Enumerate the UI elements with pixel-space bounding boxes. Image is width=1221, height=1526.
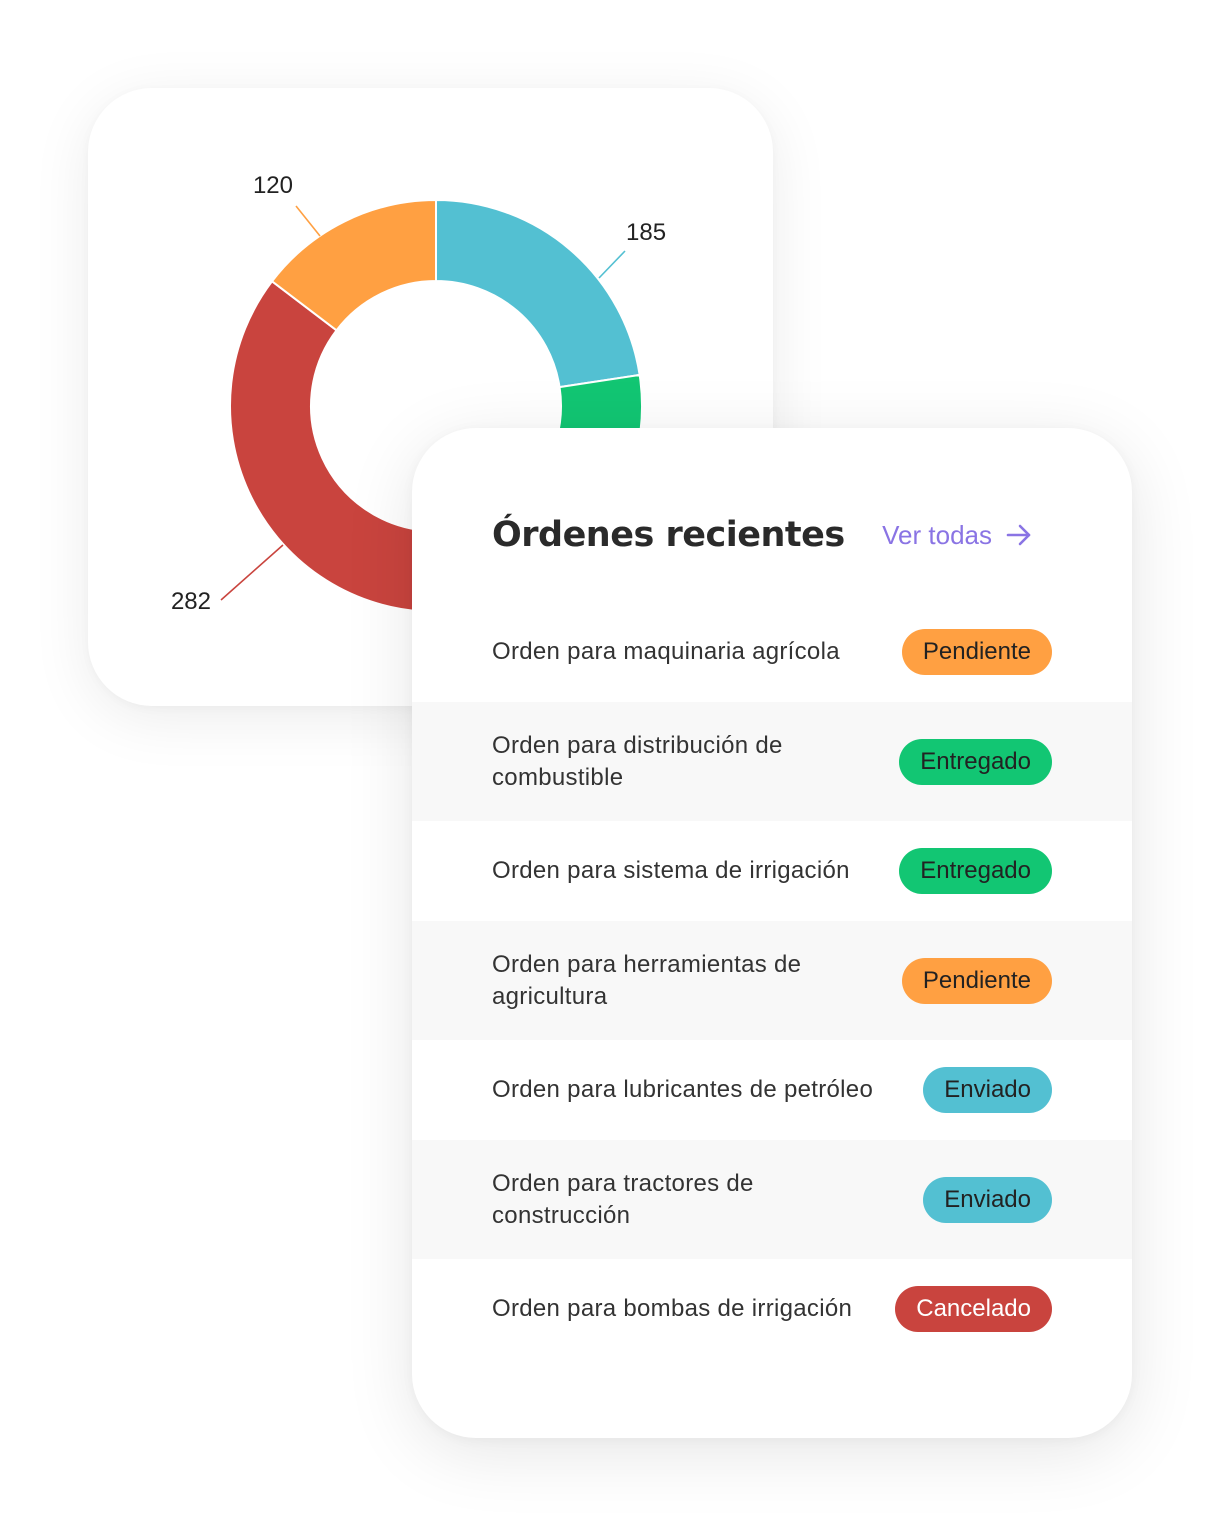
order-row[interactable]: Orden para bombas de irrigación Cancelad…: [412, 1259, 1132, 1359]
order-name: Orden para bombas de irrigación: [492, 1295, 853, 1322]
recent-orders-card: Órdenes recientes Ver todas Orden para m…: [412, 428, 1132, 1438]
order-name: Orden para sistema de irrigación: [492, 857, 850, 884]
dashboard-illustration: 185 282 120 Órdenes recientes Ver todas Or…: [0, 0, 1221, 1526]
slice-leader-line: [220, 544, 284, 601]
status-badge: Pendiente: [901, 957, 1052, 1004]
order-name: Orden para distribución de combustible: [492, 731, 783, 791]
order-row[interactable]: Orden para tractores de construcción Env…: [412, 1140, 1132, 1259]
status-badge: Cancelado: [895, 1286, 1052, 1332]
view-all-link[interactable]: Ver todas: [882, 520, 1032, 551]
order-row[interactable]: Orden para distribución de combustible E…: [412, 702, 1132, 821]
order-name: Orden para maquinaria agrícola: [492, 638, 840, 665]
orders-header: Órdenes recientes Ver todas: [492, 510, 1032, 560]
order-name: Orden para lubricantes de petróleo: [492, 1076, 874, 1103]
view-all-label: Ver todas: [882, 519, 992, 550]
order-row[interactable]: Orden para maquinaria agrícola Pendiente: [412, 602, 1132, 702]
slice-value-label: 120: [253, 172, 293, 199]
status-badge: Enviado: [923, 1176, 1052, 1223]
orders-title: Órdenes recientes: [492, 515, 845, 555]
status-badge: Entregado: [899, 738, 1052, 785]
donut-slice: [435, 198, 641, 389]
slice-value-label: 282: [171, 588, 211, 615]
order-row[interactable]: Orden para herramientas de agricultura P…: [412, 921, 1132, 1040]
slice-leader-line: [295, 205, 321, 237]
order-row[interactable]: Orden para sistema de irrigación Entrega…: [412, 821, 1132, 921]
arrow-right-icon: [1006, 524, 1031, 546]
slice-value-label: 185: [626, 219, 666, 246]
status-badge: Enviado: [923, 1067, 1052, 1113]
order-name: Orden para herramientas de agricultura: [492, 950, 802, 1010]
orders-list: Orden para maquinaria agrícola Pendiente…: [412, 602, 1132, 1359]
status-badge: Pendiente: [901, 629, 1052, 675]
order-name: Orden para tractores de construcción: [492, 1169, 754, 1229]
order-row[interactable]: Orden para lubricantes de petróleo Envia…: [412, 1040, 1132, 1140]
slice-leader-line: [598, 250, 626, 279]
donut-slice: [229, 279, 430, 613]
status-badge: Entregado: [899, 848, 1052, 894]
